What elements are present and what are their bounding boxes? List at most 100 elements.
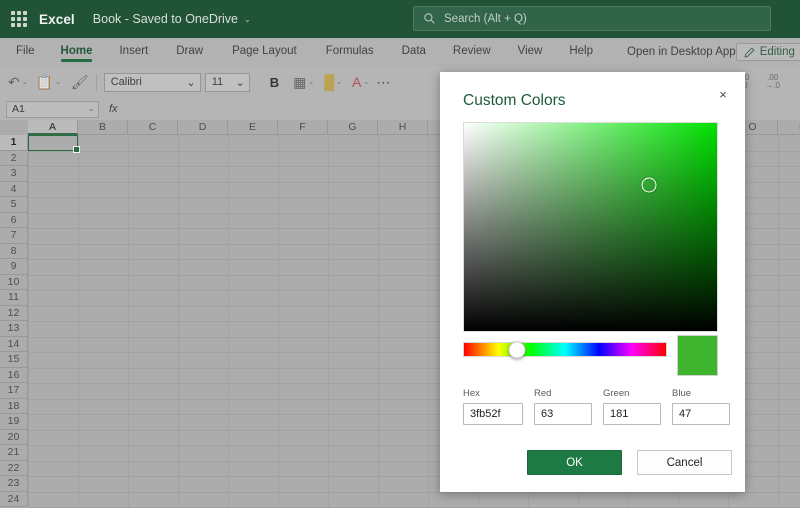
name-box[interactable]: A1 ⌄ (6, 100, 99, 118)
row-header-4[interactable]: 4 (0, 181, 28, 197)
row-header-23[interactable]: 23 (0, 476, 28, 492)
document-title[interactable]: Book - Saved to OneDrive ⌄ (93, 12, 251, 26)
close-icon[interactable]: × (713, 84, 733, 104)
column-header-d[interactable]: D (178, 120, 228, 135)
font-color-icon: A (352, 74, 362, 90)
row-header-20[interactable]: 20 (0, 429, 28, 445)
tab-insert[interactable]: Insert (119, 45, 148, 60)
chevron-down-icon: ⌄ (88, 106, 94, 113)
font-name-select[interactable]: Calibri ⌄ (103, 72, 201, 92)
tab-help[interactable]: Help (569, 45, 593, 60)
color-preview-swatch (677, 335, 718, 376)
fill-color-button[interactable]: █ ⌄ (324, 75, 342, 89)
cancel-button[interactable]: Cancel (637, 450, 732, 475)
column-header-a[interactable]: A (28, 120, 78, 135)
red-input[interactable]: 63 (534, 403, 592, 425)
chevron-down-icon: ⌄ (55, 79, 61, 86)
row-header-19[interactable]: 19 (0, 414, 28, 430)
selected-cell-a1[interactable] (28, 135, 80, 152)
more-options-button[interactable]: ⋯ (371, 74, 396, 91)
row-header-9[interactable]: 9 (0, 259, 28, 275)
chevron-down-icon: ⌄ (308, 79, 315, 86)
row-header-22[interactable]: 22 (0, 460, 28, 476)
hue-slider-thumb[interactable] (508, 341, 526, 358)
hex-field-group: Hex 3fb52f (463, 388, 523, 425)
row-header-3[interactable]: 3 (0, 166, 28, 182)
undo-icon: ↶ (8, 74, 20, 90)
chevron-down-icon: ⌄ (336, 79, 342, 86)
row-header-21[interactable]: 21 (0, 445, 28, 461)
insert-function-icon[interactable]: fx (109, 103, 118, 115)
open-in-desktop-app-link[interactable]: Open in Desktop App (627, 46, 736, 58)
chevron-down-icon: ⌄ (244, 14, 251, 24)
row-header-5[interactable]: 5 (0, 197, 28, 213)
row-header-13[interactable]: 13 (0, 321, 28, 337)
tab-formulas[interactable]: Formulas (326, 45, 374, 60)
row-header-18[interactable]: 18 (0, 398, 28, 414)
font-color-button[interactable]: A ⌄ (352, 75, 369, 89)
row-header-24[interactable]: 24 (0, 491, 28, 507)
dialog-title: Custom Colors (463, 92, 566, 109)
tab-draw[interactable]: Draw (176, 45, 203, 60)
tab-review[interactable]: Review (453, 45, 491, 60)
red-label: Red (534, 388, 552, 399)
increase-decimal-button[interactable]: .00 →.0 (765, 73, 780, 91)
app-launcher-icon[interactable] (11, 11, 27, 27)
row-header-16[interactable]: 16 (0, 367, 28, 383)
saturation-value-picker[interactable] (463, 122, 718, 332)
row-header-12[interactable]: 12 (0, 305, 28, 321)
red-field-group: Red 63 (534, 388, 592, 425)
dialog-actions: OK Cancel (527, 450, 732, 475)
tab-file[interactable]: File (16, 45, 35, 60)
name-box-value: A1 (12, 103, 25, 115)
column-header-f[interactable]: F (278, 120, 328, 135)
clipboard-icon: 📋 (35, 74, 54, 90)
font-size-select[interactable]: 11 ⌄ (204, 72, 250, 92)
paste-button[interactable]: 📋 ⌄ (36, 75, 61, 89)
row-header-2[interactable]: 2 (0, 150, 28, 166)
row-header-1[interactable]: 1 (0, 135, 28, 151)
color-selector-ring[interactable] (641, 177, 657, 193)
blue-input[interactable]: 47 (672, 403, 730, 425)
chevron-down-icon: ⌄ (186, 76, 196, 89)
color-value-fields: Hex 3fb52f Red 63 Green 181 Blue 47 (463, 388, 730, 425)
search-input[interactable]: Search (Alt + Q) (413, 6, 771, 31)
undo-button[interactable]: ↶ ⌄ (8, 75, 28, 89)
editing-mode-button[interactable]: Editing ⌄ (735, 43, 800, 61)
ok-button[interactable]: OK (527, 450, 622, 475)
tab-data[interactable]: Data (402, 45, 426, 60)
blue-field-group: Blue 47 (672, 388, 730, 425)
column-header-h[interactable]: H (378, 120, 428, 135)
row-header-6[interactable]: 6 (0, 212, 28, 228)
bold-button[interactable]: B (264, 75, 285, 90)
chevron-down-icon: ⌄ (235, 76, 245, 89)
app-name-label: Excel (39, 11, 75, 27)
row-header-17[interactable]: 17 (0, 383, 28, 399)
ribbon-tabs: File Home Insert Draw Page Layout Formul… (0, 38, 800, 66)
column-header-b[interactable]: B (78, 120, 128, 135)
tab-page-layout[interactable]: Page Layout (232, 45, 297, 60)
hue-slider[interactable] (463, 341, 667, 358)
row-header-10[interactable]: 10 (0, 274, 28, 290)
pencil-icon (744, 47, 755, 57)
title-bar: Excel Book - Saved to OneDrive ⌄ Search … (0, 0, 800, 38)
font-size-value: 11 (211, 76, 224, 88)
tab-view[interactable]: View (518, 45, 543, 60)
row-header-15[interactable]: 15 (0, 352, 28, 368)
column-header-e[interactable]: E (228, 120, 278, 135)
editing-mode-label: Editing (759, 46, 795, 58)
green-input[interactable]: 181 (603, 403, 661, 425)
borders-button[interactable]: ▦ ⌄ (293, 75, 314, 89)
format-painter-button[interactable]: 🖌 (71, 75, 89, 89)
row-header-14[interactable]: 14 (0, 336, 28, 352)
search-icon (424, 13, 435, 24)
column-header-p[interactable]: P (778, 120, 800, 135)
column-header-c[interactable]: C (128, 120, 178, 135)
row-header-7[interactable]: 7 (0, 228, 28, 244)
row-header-8[interactable]: 8 (0, 243, 28, 259)
tab-home[interactable]: Home (60, 45, 92, 62)
custom-colors-dialog: Custom Colors × Hex 3fb52f Red 63 Green … (440, 72, 745, 492)
column-header-g[interactable]: G (328, 120, 378, 135)
hex-input[interactable]: 3fb52f (463, 403, 523, 425)
row-header-11[interactable]: 11 (0, 290, 28, 306)
